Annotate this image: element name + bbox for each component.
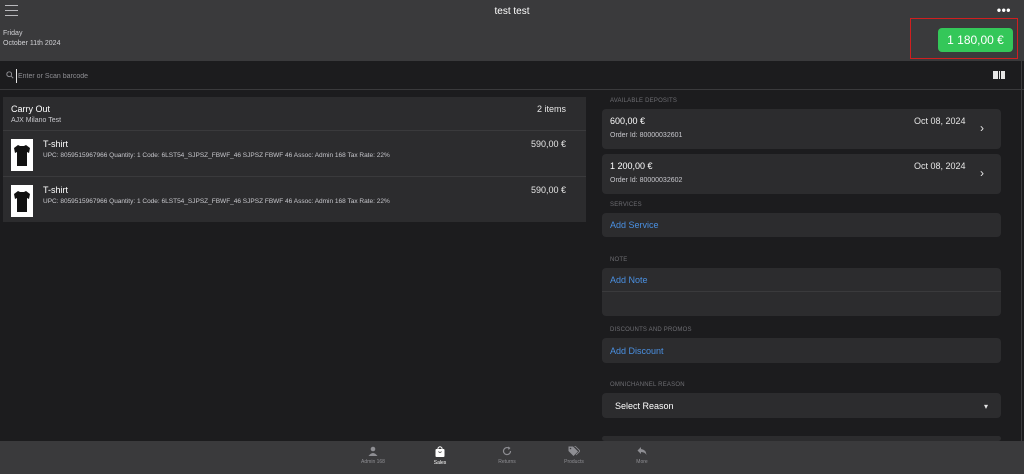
tab-label: Sales (433, 460, 447, 466)
tab-label: Products (564, 459, 584, 465)
product-price: 590,00 € (530, 139, 566, 149)
deposits-section-label: AVAILABLE DEPOSITS (610, 98, 678, 104)
tab-more[interactable]: More (622, 441, 662, 474)
note-section-label: NOTE (610, 257, 628, 263)
product-description: UPC: 8059515967966 Quantity: 1 Code: 6LS… (43, 152, 390, 159)
tshirt-icon (14, 191, 30, 212)
chevron-right-icon: › (980, 121, 984, 135)
chevron-right-icon: › (980, 166, 984, 180)
tab-label: More (636, 459, 648, 465)
reply-icon (637, 447, 647, 455)
scrollbar-track[interactable] (1021, 61, 1022, 441)
more-options-icon[interactable]: ••• (997, 3, 1011, 17)
chevron-down-icon: ▾ (984, 402, 989, 411)
product-name: T-shirt (43, 185, 69, 195)
bag-icon (435, 446, 445, 457)
deposit-date: Oct 08, 2024 (914, 116, 966, 126)
add-service-button[interactable]: Add Service (610, 220, 659, 230)
deposit-order-id: Order Id: 80000032601 (610, 132, 683, 139)
note-card: Add Note (602, 268, 1001, 316)
store-label: AJX Milano Test (11, 117, 62, 124)
page-title: test test (494, 6, 530, 17)
bottom-tab-bar: Admin 168 Sales Returns Products More (0, 441, 1024, 474)
tab-label: Returns (498, 459, 516, 465)
tab-admin[interactable]: Admin 168 (353, 441, 393, 474)
product-price: 590,00 € (530, 185, 566, 195)
order-type-label: Carry Out (11, 104, 51, 114)
items-count: 2 items (536, 104, 566, 114)
day-label: Friday (3, 30, 23, 37)
tags-icon (568, 446, 580, 456)
search-icon (6, 71, 14, 79)
tab-label: Admin 168 (361, 459, 385, 465)
search-input[interactable] (16, 69, 416, 83)
deposit-card[interactable]: 1 200,00 € Order Id: 80000032602 Oct 08,… (602, 154, 1001, 194)
tab-sales[interactable]: Sales (420, 441, 460, 474)
services-section-label: SERVICES (610, 202, 642, 208)
cart-panel: Carry Out AJX Milano Test 2 items T-shir… (3, 97, 586, 222)
reason-select[interactable]: Select Reason ▾ (602, 393, 1001, 418)
product-thumbnail (11, 139, 33, 171)
date-label: October 11th 2024 (3, 40, 61, 47)
discounts-section-label: DISCOUNTS AND PROMOS (610, 327, 692, 333)
tshirt-icon (14, 145, 30, 166)
deposit-order-id: Order Id: 80000032602 (610, 177, 683, 184)
tab-returns[interactable]: Returns (487, 441, 527, 474)
omnichannel-section-label: OMNICHANNEL REASON (610, 382, 685, 388)
product-name: T-shirt (43, 139, 69, 149)
deposit-amount: 1 200,00 € (610, 161, 653, 171)
refresh-icon (502, 446, 512, 456)
cart-item[interactable]: T-shirt UPC: 8059515967966 Quantity: 1 C… (3, 131, 586, 176)
deposit-amount: 600,00 € (610, 116, 646, 126)
product-thumbnail (11, 185, 33, 217)
deposit-card[interactable]: 600,00 € Order Id: 80000032601 Oct 08, 2… (602, 109, 1001, 149)
add-note-button[interactable]: Add Note (610, 275, 648, 285)
add-discount-button[interactable]: Add Discount (610, 346, 664, 356)
reason-select-value: Select Reason (615, 401, 674, 411)
discounts-card: Add Discount (602, 338, 1001, 363)
barcode-scan-icon[interactable] (993, 71, 1005, 79)
divider (602, 291, 1001, 292)
search-bar (0, 61, 1024, 90)
header-bar: test test ••• Friday October 11th 2024 1… (0, 0, 1024, 61)
deposit-date: Oct 08, 2024 (914, 161, 966, 171)
product-description: UPC: 8059515967966 Quantity: 1 Code: 6LS… (43, 198, 390, 205)
total-button[interactable]: 1 180,00 € (938, 28, 1013, 52)
person-icon (368, 446, 378, 456)
services-card: Add Service (602, 213, 1001, 237)
tab-products[interactable]: Products (554, 441, 594, 474)
cart-item[interactable]: T-shirt UPC: 8059515967966 Quantity: 1 C… (3, 177, 586, 222)
